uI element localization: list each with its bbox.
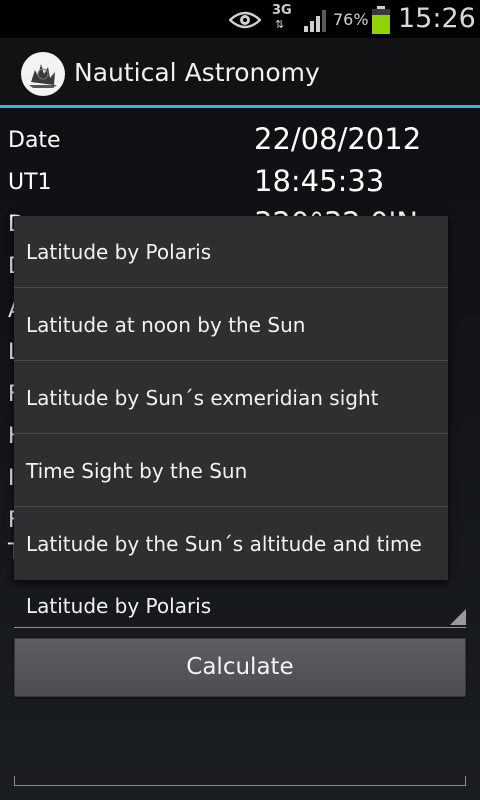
popup-item-label: Latitude at noon by the Sun — [26, 313, 306, 337]
popup-item-latitude-polaris[interactable]: Latitude by Polaris — [14, 216, 448, 288]
popup-item-latitude-noon-sun[interactable]: Latitude at noon by the Sun — [14, 289, 448, 361]
ut1-value[interactable]: 18:45:33 — [254, 164, 384, 198]
network-type-label: 3G — [272, 3, 292, 18]
network-arrows: ⇅ — [275, 18, 284, 31]
action-bar: Nautical Astronomy — [0, 38, 480, 108]
popup-item-label: Latitude by Sun´s exmeridian sight — [26, 386, 379, 410]
method-spinner[interactable]: Latitude by Polaris — [14, 586, 466, 628]
signal-icon — [304, 10, 326, 32]
status-bar: 3G ⇅ 76% 15:26 — [0, 0, 480, 38]
method-popup-list: Latitude by Polaris Latitude at noon by … — [14, 216, 448, 580]
popup-item-label: Latitude by Polaris — [26, 240, 212, 264]
calculate-button[interactable]: Calculate — [14, 638, 466, 697]
ut1-label: UT1 — [8, 170, 52, 195]
date-label: Date — [8, 128, 61, 153]
dropdown-arrow-icon — [450, 609, 466, 625]
popup-item-latitude-exmeridian[interactable]: Latitude by Sun´s exmeridian sight — [14, 362, 448, 434]
popup-item-label: Latitude by the Sun´s altitude and time — [26, 532, 422, 556]
battery-icon — [372, 6, 390, 34]
network-type-icon: 3G ⇅ — [270, 3, 294, 33]
battery-percent: 76% — [333, 10, 369, 29]
eye-icon — [229, 11, 261, 29]
result-text-field[interactable] — [14, 776, 466, 786]
status-clock: 15:26 — [398, 3, 476, 34]
app-title: Nautical Astronomy — [74, 58, 320, 87]
screen: 3G ⇅ 76% 15:26 Nautical Astronomy Date 2… — [0, 0, 480, 800]
date-value[interactable]: 22/08/2012 — [254, 122, 421, 156]
app-logo-icon[interactable] — [21, 52, 65, 96]
popup-item-label: Time Sight by the Sun — [26, 459, 248, 483]
popup-item-latitude-altitude-time[interactable]: Latitude by the Sun´s altitude and time — [14, 508, 448, 580]
popup-item-time-sight-sun[interactable]: Time Sight by the Sun — [14, 435, 448, 507]
spinner-selected-value: Latitude by Polaris — [26, 594, 212, 618]
